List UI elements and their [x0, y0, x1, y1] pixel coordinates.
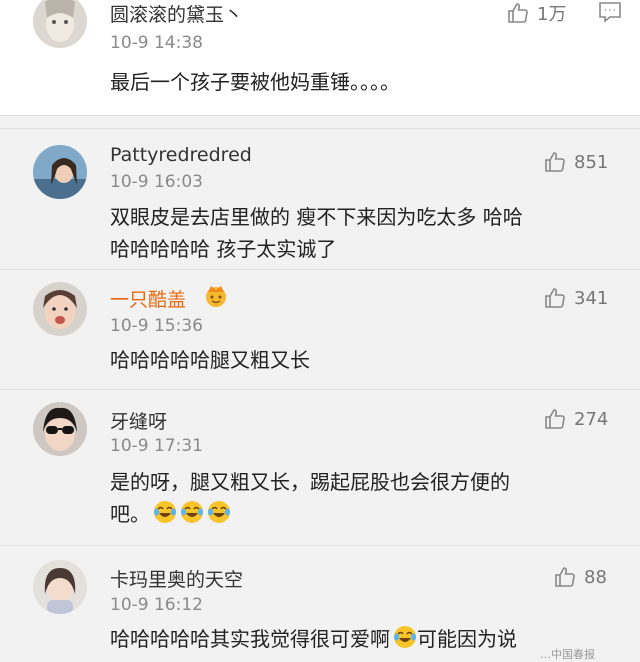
- like-button[interactable]: 851: [543, 150, 608, 174]
- comment-text: 最后一个孩子要被他妈重锤。。。。: [110, 66, 610, 98]
- thumbs-up-icon: [506, 1, 530, 25]
- avatar[interactable]: [33, 402, 87, 456]
- like-button[interactable]: 88: [553, 565, 607, 589]
- thumbs-up-icon: [543, 407, 567, 431]
- comment-card: 牙缝呀 10-9 17:31 274 是的呀，腿又粗又长，踢起屁股也会很方便的 …: [0, 389, 640, 542]
- comment-line: 吧。: [110, 498, 610, 530]
- comment-card: 圆滚滚的黛玉丶 10-9 14:38 1万 最后一个孩子要被他妈重锤。。。。: [0, 0, 640, 116]
- thumbs-up-icon: [543, 286, 567, 310]
- like-count: 1万: [537, 4, 567, 25]
- comment-text: 是的呀，腿又粗又长，踢起屁股也会很方便的 吧。: [110, 466, 610, 530]
- username[interactable]: 牙缝呀: [110, 407, 167, 434]
- avatar[interactable]: [33, 0, 87, 48]
- like-count: 88: [584, 566, 607, 588]
- reply-button[interactable]: [598, 1, 622, 23]
- avatar[interactable]: [33, 145, 87, 199]
- comment-line: 双眼皮是去店里做的 瘦不下来因为吃太多 哈哈: [110, 205, 523, 229]
- comment-line: 哈哈哈哈哈 孩子太实诚了: [110, 237, 337, 261]
- laughing-tears-emoji: [180, 500, 204, 524]
- username[interactable]: 圆滚滚的黛玉丶: [110, 0, 243, 27]
- timestamp: 10-9 14:38: [110, 33, 203, 53]
- username[interactable]: 一只酷盖: [110, 285, 186, 312]
- watermark: …中国春报: [540, 648, 595, 661]
- comment-line-text: 哈哈哈哈哈其实我觉得很可爱啊: [110, 627, 390, 651]
- avatar[interactable]: [33, 282, 87, 336]
- comment-card: 一只酷盖 10-9 15:36 341 哈哈哈哈哈腿又粗又长: [0, 269, 640, 380]
- thumbs-up-icon: [543, 150, 567, 174]
- like-button[interactable]: 274: [543, 407, 608, 431]
- timestamp: 10-9 16:12: [110, 595, 203, 615]
- like-button[interactable]: 341: [543, 286, 608, 310]
- comment-card: Pattyredredred 10-9 16:03 851 双眼皮是去店里做的 …: [0, 128, 640, 269]
- comment-line-text: 可能因为说: [417, 627, 517, 651]
- avatar[interactable]: [33, 560, 87, 614]
- comment-bubble-icon: [598, 1, 622, 23]
- comment-text: 哈哈哈哈哈腿又粗又长: [110, 344, 610, 376]
- comment-text: 双眼皮是去店里做的 瘦不下来因为吃太多 哈哈 哈哈哈哈哈 孩子太实诚了: [110, 201, 610, 265]
- timestamp: 10-9 16:03: [110, 172, 203, 192]
- comment-line: 哈哈哈哈哈腿又粗又长: [110, 348, 310, 372]
- comment-line: 最后一个孩子要被他妈重锤。。。。: [110, 70, 400, 94]
- like-count: 851: [574, 151, 609, 173]
- comment-line: 是的呀，腿又粗又长，踢起屁股也会很方便的: [110, 470, 510, 494]
- like-count: 274: [574, 408, 609, 430]
- laughing-tears-emoji: [153, 500, 177, 524]
- like-count: 341: [574, 287, 609, 309]
- comment-line-text: 吧。: [110, 502, 150, 526]
- username[interactable]: Pattyredredred: [110, 144, 252, 166]
- laughing-tears-emoji: [393, 625, 417, 649]
- comment-card: 卡玛里奥的天空 10-9 16:12 88 哈哈哈哈哈其实我觉得很可爱啊 可能因为…: [0, 545, 640, 659]
- timestamp: 10-9 15:36: [110, 316, 203, 336]
- crown-badge-icon: [203, 283, 229, 311]
- thumbs-up-icon: [553, 565, 577, 589]
- laughing-tears-emoji: [207, 500, 231, 524]
- like-button[interactable]: 1万: [506, 0, 566, 26]
- timestamp: 10-9 17:31: [110, 436, 203, 456]
- username[interactable]: 卡玛里奥的天空: [110, 565, 243, 592]
